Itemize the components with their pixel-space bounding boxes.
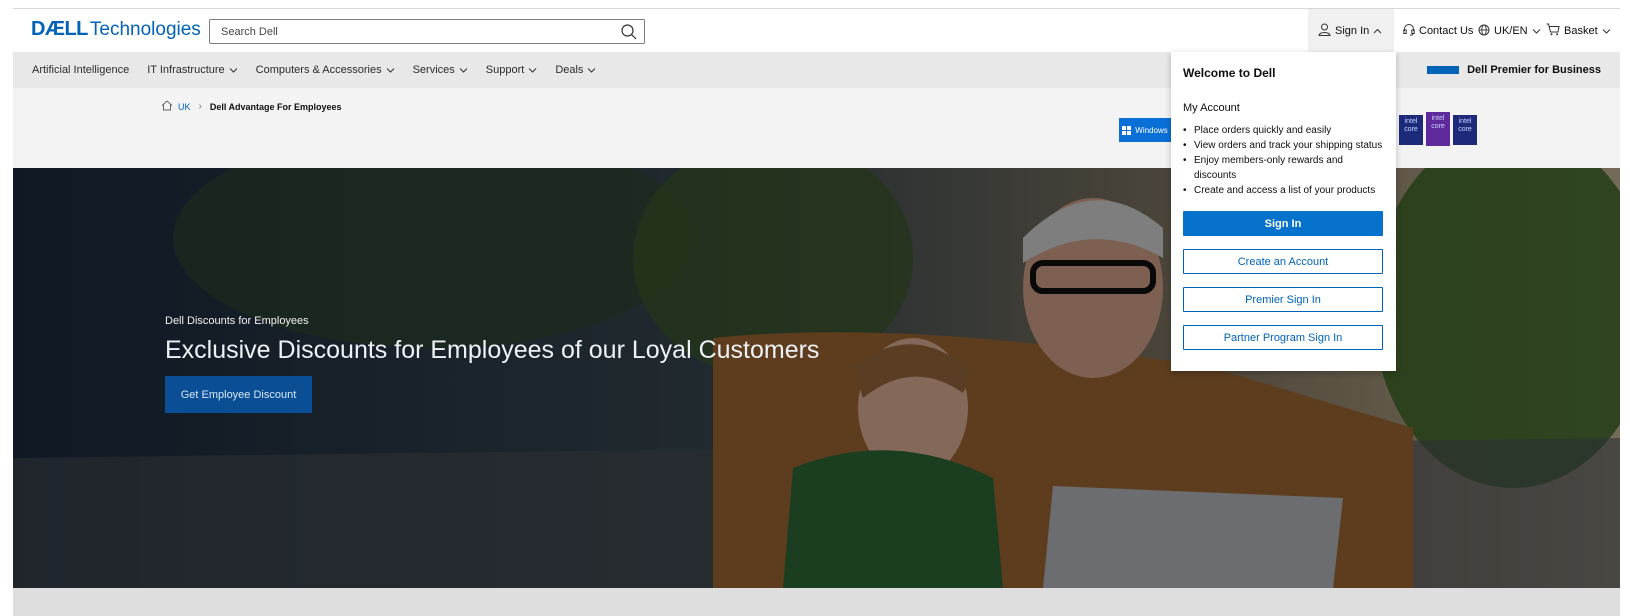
cart-icon — [1546, 23, 1564, 39]
contact-us-link[interactable]: Contact Us — [1403, 9, 1473, 53]
premier-accent-bar — [1427, 66, 1460, 74]
premier-link[interactable]: Dell Premier for Business — [1427, 52, 1601, 88]
nav-item-it-infrastructure[interactable]: IT Infrastructure — [147, 64, 238, 76]
intel-badge-label: intel core — [1431, 115, 1445, 130]
logo-technologies: Technologies — [89, 19, 201, 40]
sign-in-label: Sign In — [1335, 25, 1370, 37]
basket-button[interactable]: Basket — [1546, 9, 1615, 53]
chevron-down-icon — [459, 64, 468, 76]
chevron-down-icon — [528, 64, 537, 76]
nav-item-deals[interactable]: Deals — [555, 64, 596, 76]
list-item: Create and access a list of your product… — [1183, 183, 1384, 198]
search-icon[interactable] — [620, 23, 638, 41]
globe-icon — [1478, 24, 1494, 39]
premier-label: Dell Premier for Business — [1467, 64, 1601, 76]
search-input[interactable] — [210, 20, 610, 43]
nav-label: IT Infrastructure — [147, 64, 225, 76]
page: DÆLL Technologies Sign In Contact Us UK/… — [13, 8, 1620, 616]
chevron-down-icon — [229, 64, 238, 76]
locale-label: UK/EN — [1494, 25, 1528, 37]
sign-in-dropdown: Welcome to Dell My Account Place orders … — [1171, 52, 1396, 371]
chevron-up-icon — [1373, 25, 1386, 37]
intel-core-badge: intel core — [1399, 115, 1423, 145]
chevron-down-icon — [1532, 25, 1545, 37]
nav-label: Services — [412, 64, 455, 76]
nav-item-ai[interactable]: Artificial Intelligence — [32, 64, 129, 76]
nav-label: Deals — [555, 64, 584, 76]
search-box — [209, 19, 645, 44]
chevron-down-icon — [587, 64, 596, 76]
user-icon — [1318, 23, 1335, 39]
nav-label: Support — [485, 64, 525, 76]
nav-item-support[interactable]: Support — [486, 64, 538, 76]
chevron-down-icon — [386, 64, 395, 76]
home-icon — [161, 100, 178, 113]
basket-label: Basket — [1564, 25, 1598, 37]
breadcrumb: UK › Dell Advantage For Employees — [161, 100, 342, 113]
my-account-heading: My Account — [1183, 102, 1240, 114]
intel-core-badge: intel core — [1453, 115, 1477, 145]
windows-label: Windows — [1135, 125, 1168, 135]
chevron-down-icon — [1602, 25, 1615, 37]
sign-in-button[interactable]: Sign In — [1183, 211, 1383, 236]
premier-sign-in-button[interactable]: Premier Sign In — [1183, 287, 1383, 312]
partner-program-sign-in-button[interactable]: Partner Program Sign In — [1183, 325, 1383, 350]
intel-badge-label: intel core — [1458, 118, 1472, 133]
dropdown-title: Welcome to Dell — [1183, 66, 1276, 80]
nav-label: Computers & Accessories — [255, 64, 382, 76]
hero-title: Exclusive Discounts for Employees of our… — [165, 336, 820, 364]
nav-item-services[interactable]: Services — [413, 64, 468, 76]
masthead: DÆLL Technologies Sign In Contact Us UK/… — [13, 8, 1620, 53]
list-item: Enjoy members-only rewards and discounts — [1183, 153, 1384, 183]
locale-selector[interactable]: UK/EN — [1478, 9, 1545, 53]
get-employee-discount-button[interactable]: Get Employee Discount — [165, 376, 312, 413]
contact-us-label: Contact Us — [1419, 25, 1474, 37]
create-account-button[interactable]: Create an Account — [1183, 249, 1383, 274]
intel-core-ultra-badge: intel core — [1426, 112, 1450, 146]
account-benefits-list: Place orders quickly and easily View ord… — [1183, 123, 1384, 198]
breadcrumb-current: Dell Advantage For Employees — [209, 101, 342, 112]
nav-item-computers[interactable]: Computers & Accessories — [256, 64, 395, 76]
list-item: Place orders quickly and easily — [1183, 123, 1384, 138]
list-item: View orders and track your shipping stat… — [1183, 138, 1384, 153]
windows-badge: Windows — [1119, 118, 1171, 142]
logo-wordmark: DÆLL — [31, 18, 88, 40]
section-divider — [13, 588, 1620, 616]
headset-icon — [1403, 23, 1419, 39]
breadcrumb-home-label: UK — [178, 101, 191, 112]
sign-in-menu-button[interactable]: Sign In — [1308, 9, 1394, 53]
intel-badge-label: intel core — [1404, 118, 1418, 133]
windows-icon — [1122, 125, 1132, 135]
breadcrumb-separator-icon: › — [198, 101, 202, 112]
hero-kicker: Dell Discounts for Employees — [165, 315, 309, 327]
nav-label: Artificial Intelligence — [32, 64, 130, 76]
dell-logo[interactable]: DÆLL Technologies — [31, 18, 201, 42]
intel-badges: intel core intel core intel core — [1399, 112, 1480, 146]
breadcrumb-home-link[interactable]: UK — [161, 100, 191, 113]
